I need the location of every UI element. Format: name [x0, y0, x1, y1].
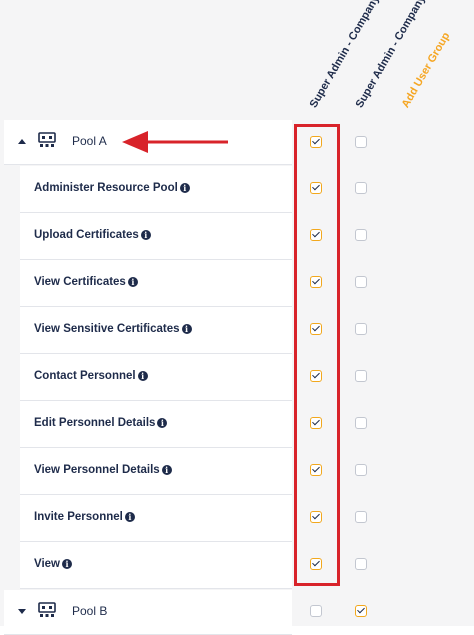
- pool-row-pool-b[interactable]: Pool B: [4, 590, 292, 635]
- info-icon[interactable]: i: [179, 183, 190, 193]
- info-icon[interactable]: i: [181, 324, 192, 334]
- pointer-arrow-icon: [122, 131, 228, 153]
- checkbox-view-personnel-details-company-b[interactable]: [355, 464, 367, 476]
- checkbox-pool-a-company-b[interactable]: [355, 136, 367, 148]
- checkbox-view-certificates-company-b[interactable]: [355, 276, 367, 288]
- expand-caret-icon[interactable]: [18, 609, 26, 614]
- collapse-caret-icon[interactable]: [18, 139, 26, 144]
- permission-label: View Certificates i: [34, 276, 138, 288]
- checkbox-invite-personnel-company-b[interactable]: [355, 511, 367, 523]
- permission-label: View i: [34, 558, 72, 570]
- permission-label: Upload Certificates i: [34, 229, 151, 241]
- permission-row: View Sensitive Certificates i: [20, 307, 292, 354]
- permission-row: View Personnel Details i: [20, 448, 292, 495]
- pool-name: Pool B: [72, 604, 108, 618]
- permission-label: Administer Resource Pool i: [34, 182, 190, 194]
- info-icon[interactable]: i: [157, 418, 168, 428]
- permission-row: Invite Personnel i: [20, 495, 292, 542]
- info-icon[interactable]: i: [124, 512, 135, 522]
- checkbox-administer-resource-pool-company-b[interactable]: [355, 182, 367, 194]
- column-header-super-admin-company-a: Super Admin - Company A: [307, 0, 388, 110]
- info-icon[interactable]: i: [127, 277, 138, 287]
- permission-row: Edit Personnel Details i: [20, 401, 292, 448]
- permission-row: Upload Certificates i: [20, 213, 292, 260]
- column-headers: Super Admin - Company A Super Admin - Co…: [0, 0, 474, 122]
- info-icon[interactable]: i: [137, 371, 148, 381]
- checkbox-pool-b-company-a[interactable]: [310, 605, 322, 617]
- checkbox-pool-b-company-b[interactable]: [355, 605, 367, 617]
- permission-label: View Personnel Details i: [34, 464, 172, 476]
- permission-label: Contact Personnel i: [34, 370, 148, 382]
- permission-row: View i: [20, 542, 292, 589]
- checkbox-edit-personnel-details-company-b[interactable]: [355, 417, 367, 429]
- add-user-group-link[interactable]: Add User Group: [400, 30, 453, 110]
- permission-label: Invite Personnel i: [34, 511, 135, 523]
- checkbox-upload-certificates-company-b[interactable]: [355, 229, 367, 241]
- info-icon[interactable]: i: [161, 465, 172, 475]
- pool-icon: [38, 132, 56, 147]
- permission-label: Edit Personnel Details i: [34, 417, 168, 429]
- permission-row: View Certificates i: [20, 260, 292, 307]
- checkbox-view-sensitive-certificates-company-b[interactable]: [355, 323, 367, 335]
- permission-row: Administer Resource Pool i: [20, 166, 292, 213]
- info-icon[interactable]: i: [140, 230, 151, 240]
- info-icon[interactable]: i: [62, 559, 72, 569]
- permission-label: View Sensitive Certificates i: [34, 323, 192, 335]
- checkbox-contact-personnel-company-b[interactable]: [355, 370, 367, 382]
- pool-name: Pool A: [72, 134, 107, 148]
- pool-icon: [38, 602, 56, 617]
- checkbox-view-company-b[interactable]: [355, 558, 367, 570]
- permission-row: Contact Personnel i: [20, 354, 292, 401]
- highlight-box: [294, 124, 340, 586]
